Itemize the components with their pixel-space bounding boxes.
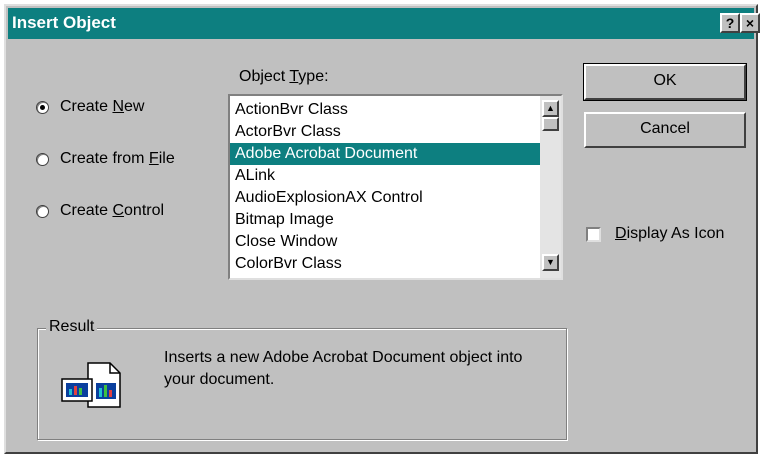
title-bar[interactable]: Insert Object ? × bbox=[8, 8, 760, 39]
help-button[interactable]: ? bbox=[720, 13, 740, 33]
result-group: Result Inserts a new Adobe Acrobat Docum… bbox=[37, 318, 567, 440]
close-button[interactable]: × bbox=[740, 13, 760, 33]
create-control-label: Create Control bbox=[60, 202, 165, 219]
display-as-icon-option[interactable]: Display As Icon bbox=[586, 222, 724, 246]
cancel-button[interactable]: Cancel bbox=[584, 112, 746, 148]
create-control-radio[interactable]: Create Control bbox=[36, 199, 164, 223]
list-item[interactable]: ActionBvr Class bbox=[230, 99, 540, 121]
list-item[interactable]: ALink bbox=[230, 165, 540, 187]
create-from-file-radio[interactable]: Create from File bbox=[36, 147, 175, 171]
insert-object-dialog: Insert Object ? × Create New Create from… bbox=[4, 4, 760, 454]
list-item[interactable]: Close Window bbox=[230, 231, 540, 253]
list-item[interactable]: Bitmap Image bbox=[230, 209, 540, 231]
display-as-icon-checkbox[interactable] bbox=[586, 226, 601, 242]
object-type-list: ActionBvr Class ActorBvr Class Adobe Acr… bbox=[230, 99, 540, 275]
dialog-title: Insert Object bbox=[12, 13, 116, 32]
create-new-label: Create New bbox=[60, 98, 145, 115]
ok-button[interactable]: OK bbox=[583, 63, 747, 101]
result-legend: Result bbox=[46, 318, 98, 336]
list-item[interactable]: ColorBvr Class bbox=[230, 253, 540, 275]
create-from-file-label: Create from File bbox=[60, 150, 175, 167]
list-item[interactable]: AudioExplosionAX Control bbox=[230, 187, 540, 209]
scroll-thumb[interactable] bbox=[542, 117, 559, 131]
display-as-icon-label: Display As Icon bbox=[615, 225, 725, 242]
document-icon bbox=[61, 362, 121, 408]
object-type-label: Object Type: bbox=[239, 68, 329, 85]
list-item[interactable]: ActorBvr Class bbox=[230, 121, 540, 143]
scroll-up-arrow-icon[interactable]: ▲ bbox=[542, 100, 559, 117]
radio-button-icon[interactable] bbox=[36, 100, 49, 114]
create-new-radio[interactable]: Create New bbox=[36, 95, 144, 119]
result-description: Inserts a new Adobe Acrobat Document obj… bbox=[164, 349, 523, 388]
scroll-down-arrow-icon[interactable]: ▼ bbox=[542, 254, 559, 271]
radio-button-icon[interactable] bbox=[36, 152, 49, 166]
object-type-listbox[interactable]: ActionBvr Class ActorBvr Class Adobe Acr… bbox=[228, 94, 563, 280]
list-item-selected[interactable]: Adobe Acrobat Document bbox=[230, 143, 540, 165]
vertical-scrollbar[interactable]: ▲ ▼ bbox=[540, 96, 561, 278]
radio-button-icon[interactable] bbox=[36, 204, 49, 218]
